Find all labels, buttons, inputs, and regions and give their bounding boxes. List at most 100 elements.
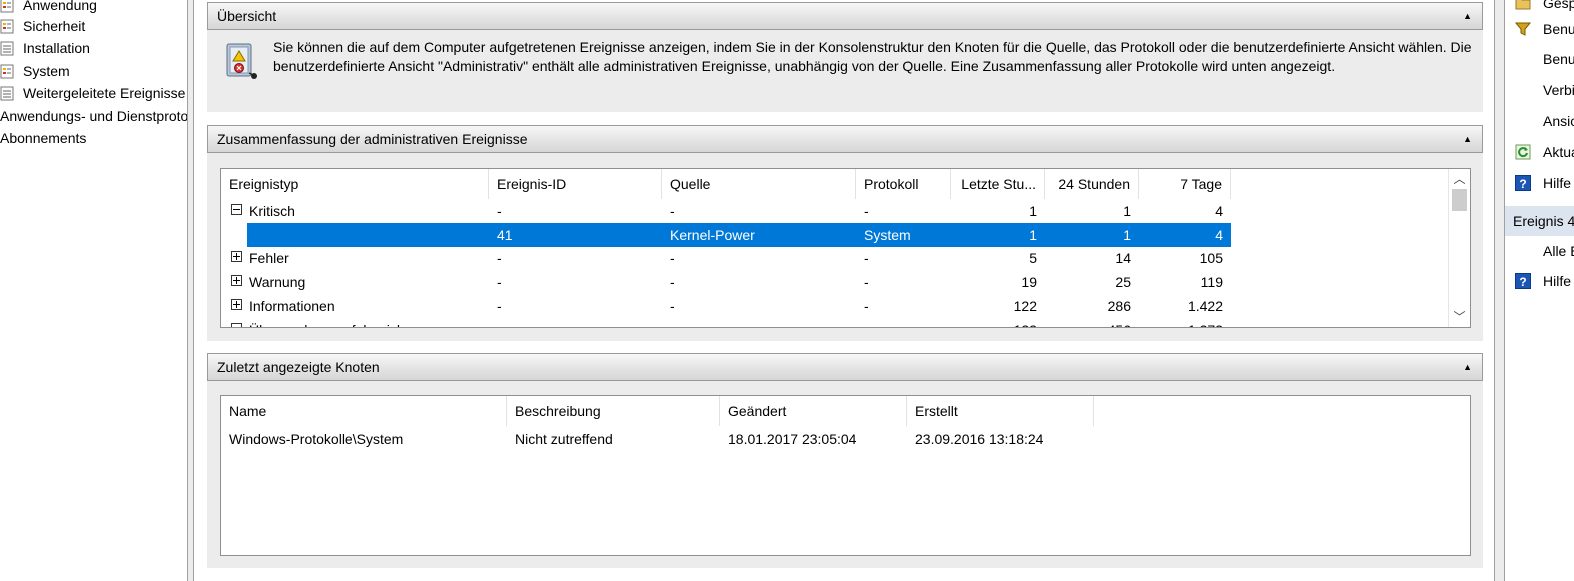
actions-section-event[interactable]: Ereignis 41, Kernel-Power: [1505, 206, 1574, 236]
overview-body: Sie können die auf dem Computer aufgetre…: [207, 30, 1483, 112]
node-modified: 18.01.2017 23:05:04: [728, 431, 857, 447]
action-label: Aktualisieren: [1543, 144, 1574, 160]
action-label: Hilfe: [1543, 175, 1572, 191]
expand-icon[interactable]: [231, 299, 242, 310]
count-last-hour: 19: [1021, 274, 1037, 290]
column-header-erstellt[interactable]: Erstellt: [907, 396, 1094, 426]
count-last-hour: 123: [951, 318, 1037, 327]
count-24-hours: 25: [1115, 274, 1131, 290]
event-type: Überwachung erfolgreich: [249, 318, 405, 327]
count-7-days: 4: [1215, 227, 1223, 243]
help-icon: ?: [1515, 175, 1531, 191]
event-source: -: [670, 274, 675, 290]
table-row[interactable]: Fehler - - - 5 14 105: [221, 246, 1231, 270]
count-7-days: 4: [1215, 203, 1223, 219]
table-row[interactable]: Informationen - - - 122 286 1.422: [221, 294, 1231, 318]
column-header-24-stunden[interactable]: 24 Stunden: [1045, 169, 1139, 199]
column-header-geaendert[interactable]: Geändert: [720, 396, 907, 426]
node-name: Windows-Protokolle\System: [229, 431, 404, 447]
event-viewer-icon: [226, 43, 257, 79]
tree-item-label: Anwendung: [23, 0, 97, 13]
action-label: Ansicht: [1543, 113, 1574, 129]
action-label: Verbindung mit anderem Computer herstell…: [1543, 82, 1574, 98]
tree-item-label: Installation: [23, 40, 90, 56]
scroll-thumb[interactable]: [1452, 189, 1467, 211]
count-24-hours: 1: [1123, 227, 1131, 243]
table-row[interactable]: Warnung - - - 19 25 119: [221, 270, 1231, 294]
summary-title: Zusammenfassung der administrativen Erei…: [217, 131, 528, 147]
column-header-ereignis-id[interactable]: Ereignis-ID: [489, 169, 662, 199]
event-id: -: [497, 274, 502, 290]
count-7-days: 119: [1200, 274, 1223, 290]
overview-header[interactable]: Übersicht ▲: [207, 2, 1483, 30]
summary-body: Ereignistyp Ereignis-ID Quelle Protokoll…: [207, 153, 1483, 341]
event-id: -: [497, 298, 502, 314]
column-header-beschreibung[interactable]: Beschreibung: [507, 396, 720, 426]
table-row[interactable]: Windows-Protokolle\System Nicht zutreffe…: [221, 427, 1221, 451]
event-log: -: [864, 250, 869, 266]
column-header-quelle[interactable]: Quelle: [662, 169, 856, 199]
summary-scrollbar[interactable]: ︿ ﹀: [1448, 169, 1470, 327]
collapse-icon[interactable]: [231, 204, 242, 215]
help-icon: ?: [1515, 273, 1531, 289]
event-log: -: [864, 298, 869, 314]
table-row-selected[interactable]: 41 Kernel-Power System 1 1 4: [247, 223, 1231, 247]
scroll-down-icon[interactable]: ﹀: [1449, 307, 1470, 327]
column-header-name[interactable]: Name: [221, 396, 507, 426]
count-last-hour: 1: [1029, 203, 1037, 219]
collapse-icon[interactable]: [231, 323, 242, 327]
folder-icon: [1515, 0, 1531, 10]
filter-icon: [1515, 22, 1531, 36]
table-row[interactable]: Kritisch - - - 1 1 4: [221, 199, 1231, 223]
collapse-arrow-icon[interactable]: ▲: [1463, 354, 1472, 380]
event-type: Kritisch: [249, 203, 295, 219]
count-24-hours: 456: [1045, 318, 1131, 327]
tree-item-label: Abonnements: [0, 130, 87, 146]
event-source: -: [670, 203, 675, 219]
collapse-arrow-icon[interactable]: ▲: [1463, 126, 1472, 152]
table-row[interactable]: Überwachung erfolgreich - - - 123 456 1.…: [221, 318, 1231, 327]
action-label: Alle Ereignisse für dieses Ereignis...: [1543, 243, 1574, 259]
action-label: Hilfe: [1543, 273, 1572, 289]
event-source: -: [670, 318, 675, 327]
event-source: -: [670, 298, 675, 314]
actions-pane: Gespeicherte Protokolldatei öffnen... Be…: [1505, 0, 1574, 581]
right-splitter[interactable]: [1494, 0, 1505, 581]
event-type: Informationen: [249, 298, 335, 314]
event-log-icon: [0, 19, 14, 34]
scroll-up-icon[interactable]: ︿: [1449, 169, 1470, 189]
overview-title: Übersicht: [217, 8, 277, 24]
column-header-ereignistyp[interactable]: Ereignistyp: [221, 169, 489, 199]
event-log: -: [864, 203, 869, 219]
event-log-icon: [0, 41, 14, 56]
count-24-hours: 14: [1115, 250, 1131, 266]
node-created: 23.09.2016 13:18:24: [915, 431, 1044, 447]
count-last-hour: 122: [1013, 298, 1037, 314]
count-last-hour: 1: [1029, 227, 1037, 243]
recent-title: Zuletzt angezeigte Knoten: [217, 359, 380, 375]
event-id: -: [497, 250, 502, 266]
event-log: System: [864, 227, 911, 243]
tree-item-label: System: [23, 63, 70, 79]
column-header-7-tage[interactable]: 7 Tage: [1139, 169, 1231, 199]
recent-table: Name Beschreibung Geändert Erstellt Wind…: [220, 395, 1471, 556]
summary-header[interactable]: Zusammenfassung der administrativen Erei…: [207, 125, 1483, 153]
recent-header[interactable]: Zuletzt angezeigte Knoten ▲: [207, 353, 1483, 381]
count-24-hours: 286: [1107, 298, 1131, 314]
column-header-letzte-stunde[interactable]: Letzte Stu...: [951, 169, 1045, 199]
tree-item-label: Weitergeleitete Ereignisse: [23, 85, 186, 101]
event-type: Warnung: [249, 274, 306, 290]
count-7-days: 1.273: [1139, 318, 1223, 327]
left-splitter[interactable]: [187, 0, 194, 581]
collapse-arrow-icon[interactable]: ▲: [1463, 3, 1472, 29]
expand-icon[interactable]: [231, 251, 242, 262]
expand-icon[interactable]: [231, 275, 242, 286]
event-type: Fehler: [249, 250, 289, 266]
event-log: -: [864, 318, 869, 327]
count-7-days: 105: [1199, 250, 1223, 266]
action-label: Benutzerdefinierte Ansicht erstellen...: [1543, 21, 1574, 37]
tree-item-label: Sicherheit: [23, 18, 86, 34]
recent-body: Name Beschreibung Geändert Erstellt Wind…: [207, 381, 1483, 568]
event-id: -: [497, 203, 502, 219]
column-header-protokoll[interactable]: Protokoll: [856, 169, 951, 199]
